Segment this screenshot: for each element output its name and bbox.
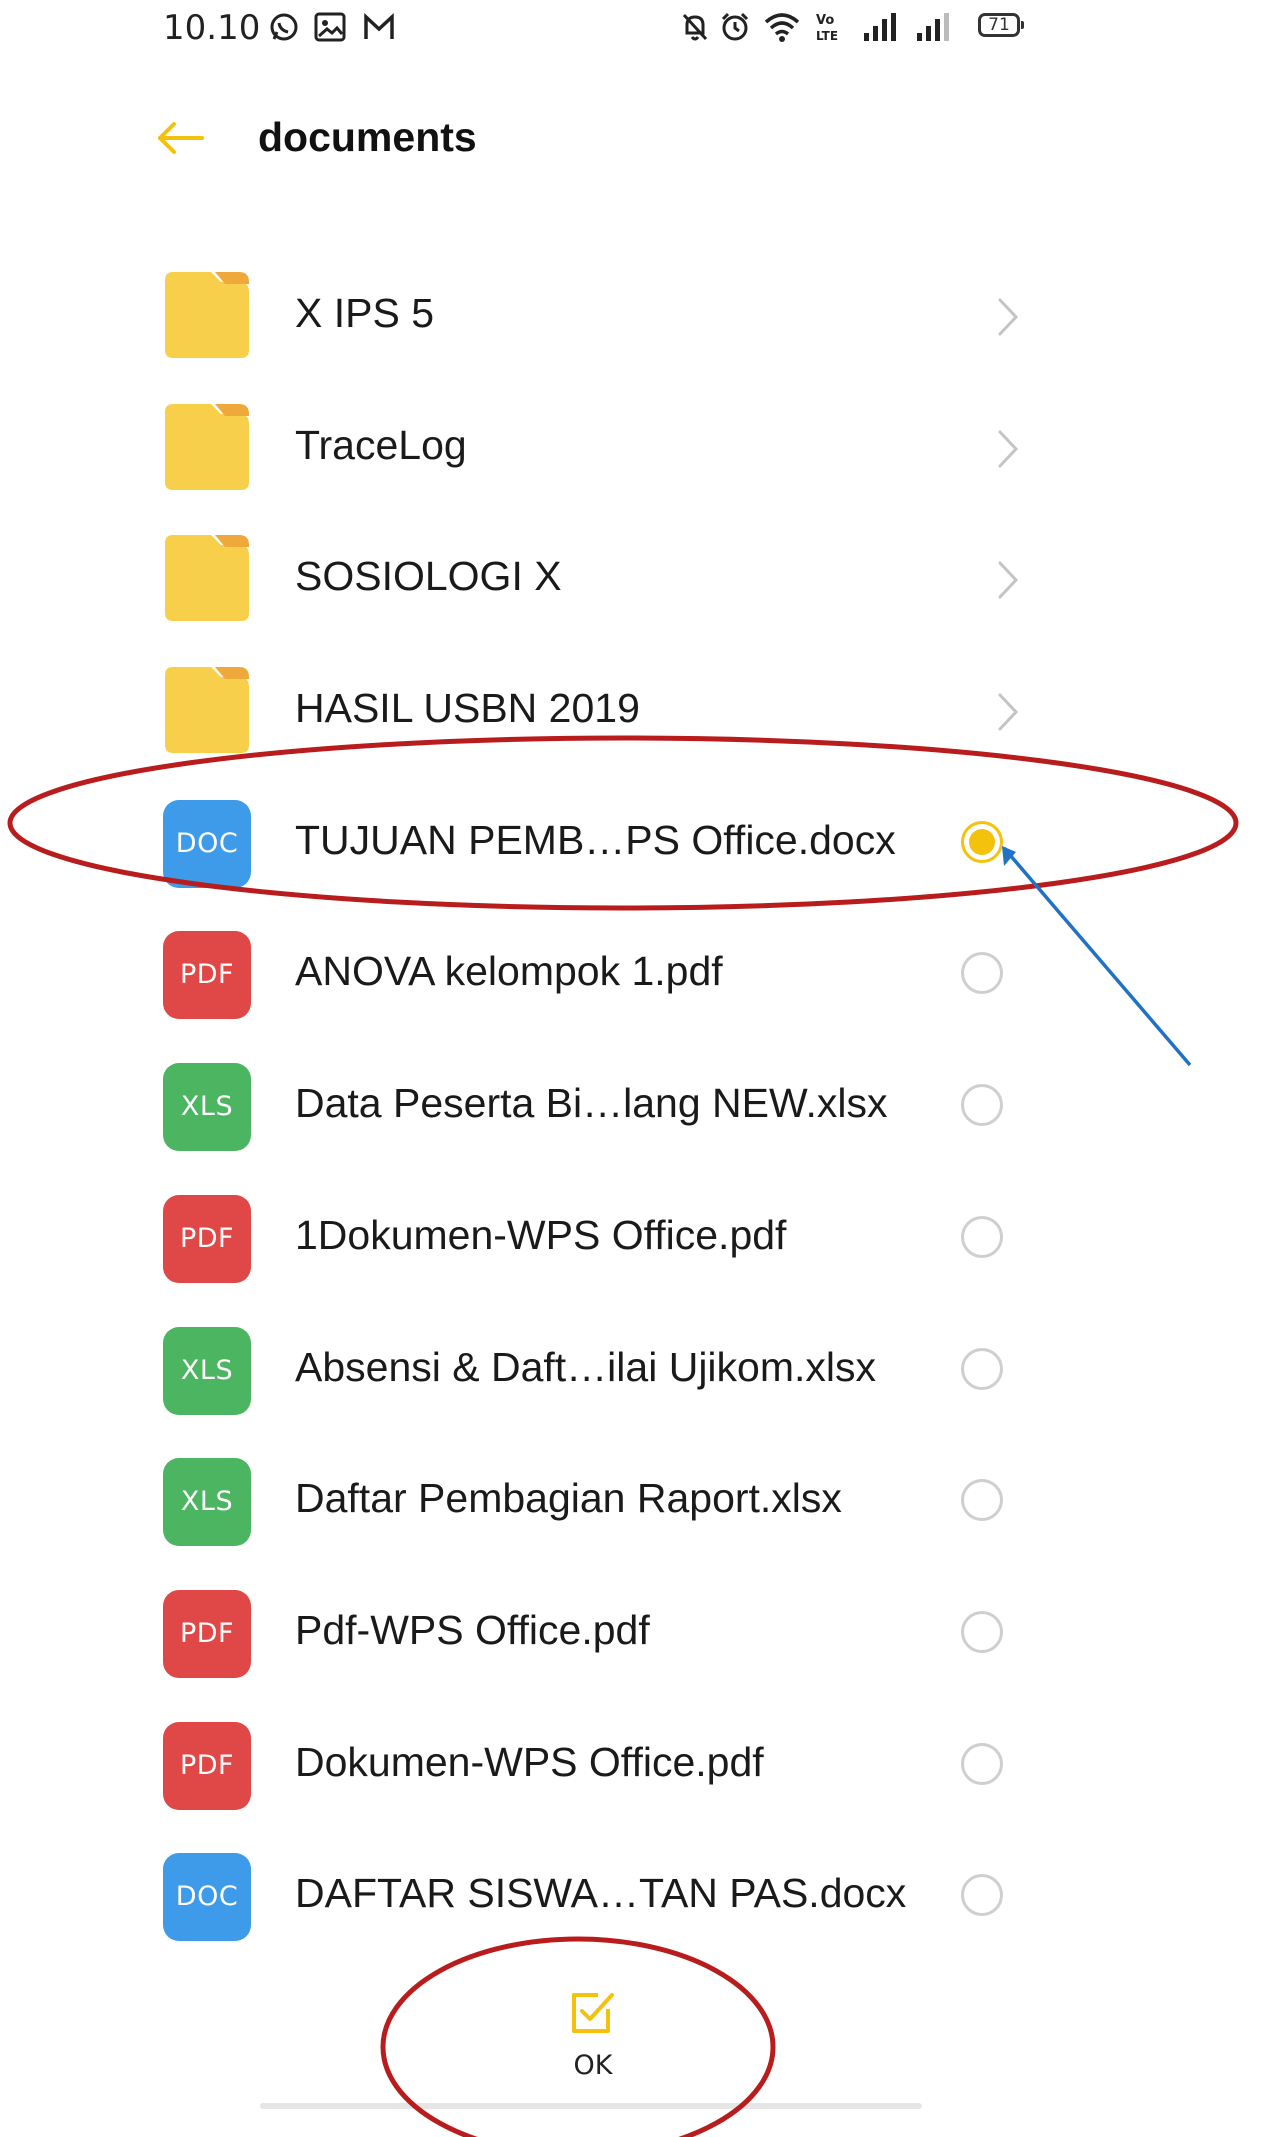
file-type-label: DOC: [175, 827, 239, 859]
signal-icon: [864, 13, 896, 41]
file-row[interactable]: XLS Data Peserta Bi…lang NEW.xlsx: [0, 1040, 1266, 1172]
svg-text:Vo: Vo: [816, 13, 834, 28]
wifi-icon: [764, 13, 800, 42]
file-type-label: PDF: [179, 1749, 235, 1781]
back-button[interactable]: [152, 114, 208, 162]
file-select-radio[interactable]: [961, 1874, 1003, 1917]
file-row[interactable]: DOC DAFTAR SISWA…TAN PAS.docx: [0, 1830, 1266, 1962]
status-bar: 10.10 Vo LTE 71: [0, 0, 1266, 56]
folder-icon: [165, 667, 249, 754]
file-row[interactable]: PDF Pdf-WPS Office.pdf: [0, 1567, 1266, 1699]
file-select-radio[interactable]: [961, 1479, 1003, 1522]
ok-label: OK: [573, 2050, 613, 2081]
folder-row[interactable]: SOSIOLOGI X: [0, 513, 1266, 645]
chevron-right-icon: [998, 693, 1019, 731]
file-type-label: PDF: [179, 1617, 235, 1649]
header: documents: [0, 100, 1266, 180]
folder-name: X IPS 5: [295, 290, 435, 336]
xls-file-icon: XLS: [163, 1063, 251, 1152]
arrow-left-icon: [158, 122, 204, 154]
pdf-file-icon: PDF: [163, 931, 251, 1020]
file-list: X IPS 5 TraceLog SOSIOLOGI X HASIL USBN …: [0, 250, 1266, 1962]
xls-file-icon: XLS: [163, 1326, 251, 1415]
folder-name: SOSIOLOGI X: [295, 553, 562, 600]
status-time: 10.10: [163, 8, 261, 48]
file-name: ANOVA kelompok 1.pdf: [295, 948, 723, 995]
file-select-radio[interactable]: [961, 1215, 1003, 1258]
file-type-label: PDF: [179, 959, 235, 991]
file-select-radio[interactable]: [961, 820, 1003, 863]
file-type-label: DOC: [175, 1881, 239, 1913]
file-name: TUJUAN PEMB…PS Office.docx: [295, 816, 896, 863]
folder-name: TraceLog: [295, 421, 467, 468]
file-select-radio[interactable]: [961, 1742, 1003, 1785]
gallery-icon: [314, 12, 346, 42]
file-name: Dokumen-WPS Office.pdf: [295, 1738, 764, 1785]
file-type-label: PDF: [179, 1222, 235, 1254]
file-name: DAFTAR SISWA…TAN PAS.docx: [295, 1870, 907, 1917]
file-type-label: XLS: [180, 1091, 234, 1123]
page-title: documents: [258, 114, 477, 160]
folder-row[interactable]: X IPS 5: [0, 250, 1266, 382]
volte-icon: Vo LTE: [816, 13, 838, 43]
file-name: Pdf-WPS Office.pdf: [295, 1606, 650, 1653]
alarm-icon: [721, 12, 749, 41]
pdf-file-icon: PDF: [163, 1589, 251, 1678]
file-select-radio[interactable]: [961, 952, 1003, 995]
folder-name: HASIL USBN 2019: [295, 685, 640, 732]
file-row[interactable]: PDF Dokumen-WPS Office.pdf: [0, 1699, 1266, 1831]
gmail-icon: [364, 13, 394, 39]
folder-icon: [165, 535, 249, 622]
file-select-radio[interactable]: [961, 1084, 1003, 1127]
file-name: Daftar Pembagian Raport.xlsx: [295, 1475, 842, 1522]
file-select-radio[interactable]: [961, 1347, 1003, 1390]
file-row[interactable]: XLS Absensi & Daft…ilai Ujikom.xlsx: [0, 1304, 1266, 1436]
doc-file-icon: DOC: [163, 799, 251, 888]
chevron-right-icon: [998, 430, 1019, 468]
folder-row[interactable]: HASIL USBN 2019: [0, 645, 1266, 777]
whatsapp-icon: [270, 13, 298, 41]
folder-icon: [165, 403, 249, 490]
file-row[interactable]: PDF 1Dokumen-WPS Office.pdf: [0, 1172, 1266, 1304]
folder-row[interactable]: TraceLog: [0, 382, 1266, 514]
chevron-right-icon: [998, 561, 1019, 599]
file-name: 1Dokumen-WPS Office.pdf: [295, 1211, 787, 1258]
folder-icon: [165, 272, 249, 358]
checkbox-icon: [572, 1993, 614, 2033]
file-type-label: XLS: [180, 1354, 234, 1386]
mute-icon: [682, 13, 708, 41]
ok-button[interactable]: OK: [528, 1980, 658, 2090]
battery-icon: 71: [978, 13, 1024, 37]
doc-file-icon: DOC: [163, 1853, 251, 1942]
chevron-right-icon: [998, 298, 1019, 336]
pdf-file-icon: PDF: [163, 1194, 251, 1283]
signal-icon-2: [917, 13, 949, 41]
file-select-radio[interactable]: [961, 1610, 1003, 1653]
file-row[interactable]: PDF ANOVA kelompok 1.pdf: [0, 908, 1266, 1040]
xls-file-icon: XLS: [163, 1458, 251, 1547]
file-name: Data Peserta Bi…lang NEW.xlsx: [295, 1080, 888, 1127]
file-name: Absensi & Daft…ilai Ujikom.xlsx: [295, 1343, 876, 1390]
file-row[interactable]: DOC TUJUAN PEMB…PS Office.docx: [0, 777, 1266, 909]
file-row[interactable]: XLS Daftar Pembagian Raport.xlsx: [0, 1435, 1266, 1567]
pdf-file-icon: PDF: [163, 1721, 251, 1810]
svg-text:LTE: LTE: [816, 29, 838, 43]
gesture-nav-bar: [260, 2103, 922, 2109]
file-type-label: XLS: [180, 1486, 234, 1518]
